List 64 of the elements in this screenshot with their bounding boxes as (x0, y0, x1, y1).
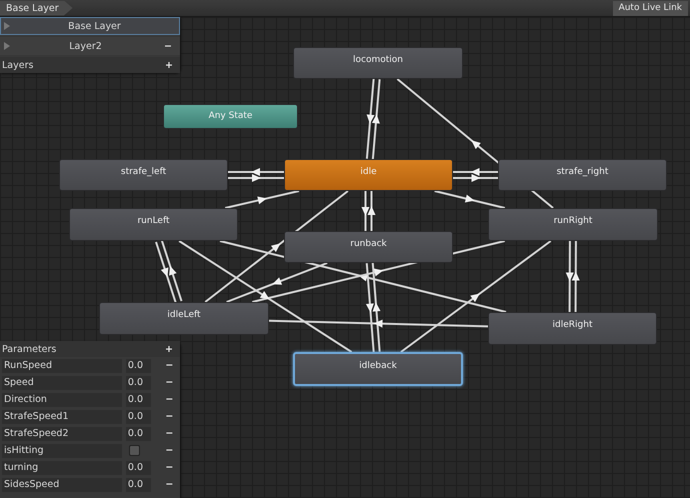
expand-triangle-icon[interactable] (4, 42, 10, 50)
checkbox[interactable] (128, 445, 140, 456)
transition-arrow[interactable] (434, 190, 506, 209)
transition-arrow[interactable] (228, 174, 284, 182)
parameter-name-field[interactable]: isHitting (2, 444, 122, 458)
parameter-name-field[interactable]: StrafeSpeed1 (2, 410, 122, 424)
state-node[interactable]: runLeft (69, 208, 238, 241)
transition-arrow[interactable] (572, 241, 580, 312)
value-field[interactable]: 0.0 (126, 392, 151, 406)
transition-arrow[interactable] (372, 262, 381, 352)
remove-button[interactable]: − (162, 445, 176, 456)
parameter-name-field[interactable]: SidesSpeed (2, 478, 122, 492)
remove-button[interactable]: − (162, 377, 176, 388)
breadcrumb-tab[interactable]: Base Layer (0, 0, 73, 16)
transition-arrow[interactable] (453, 174, 498, 182)
state-node[interactable]: idleback (293, 352, 463, 386)
value-field[interactable]: 0.0 (126, 410, 151, 424)
transition-arrow[interactable] (366, 263, 375, 352)
remove-button[interactable]: − (162, 462, 176, 473)
value-field[interactable]: 0.0 (126, 478, 151, 492)
remove-button[interactable]: − (161, 40, 175, 52)
value-field[interactable]: 0.0 (126, 376, 151, 390)
transition-arrow[interactable] (566, 240, 574, 312)
remove-button[interactable]: − (162, 411, 176, 422)
state-node[interactable]: idleRight (488, 312, 657, 345)
value-field[interactable]: 0.0 (126, 358, 151, 372)
transition-arrow[interactable] (224, 190, 300, 209)
add-button[interactable]: + (162, 60, 176, 70)
layer-item[interactable]: Layer2 − (0, 37, 180, 55)
state-node[interactable]: idleLeft (99, 302, 269, 335)
layers-title: Layers (2, 60, 34, 70)
transition-arrow[interactable] (226, 262, 328, 303)
transition-arrow[interactable] (362, 191, 370, 231)
parameters-title: Parameters (2, 344, 56, 354)
parameter-name-field[interactable]: Speed (2, 376, 122, 390)
remove-button[interactable]: − (162, 479, 176, 490)
value-field[interactable]: 0.0 (126, 460, 151, 474)
state-node[interactable]: runRight (488, 208, 658, 241)
auto-live-link-button[interactable]: Auto Live Link (612, 0, 688, 16)
value-field[interactable]: 0.0 (126, 426, 151, 440)
transition-arrow[interactable] (160, 240, 182, 302)
parameter-name-field[interactable]: turning (2, 460, 122, 474)
transition-arrow[interactable] (453, 168, 498, 176)
transition-arrow[interactable] (368, 191, 376, 231)
remove-button[interactable]: − (162, 394, 176, 405)
transition-arrow[interactable] (268, 320, 488, 328)
remove-button[interactable]: − (162, 360, 176, 371)
add-button[interactable]: + (162, 344, 176, 354)
layer-item[interactable]: Base Layer (0, 17, 180, 35)
parameter-name-field[interactable]: RunSpeed (2, 358, 122, 372)
parameter-name-field[interactable]: Direction (2, 392, 122, 406)
transition-arrow[interactable] (400, 240, 552, 353)
state-node[interactable]: strafe_left (59, 159, 228, 191)
remove-button[interactable]: − (162, 428, 176, 439)
transition-arrow[interactable] (220, 240, 506, 313)
transition-arrow[interactable] (372, 79, 381, 160)
parameter-name-field[interactable]: StrafeSpeed2 (2, 426, 122, 440)
state-node[interactable]: locomotion (293, 47, 463, 79)
transition-arrow[interactable] (228, 168, 284, 176)
state-node[interactable]: strafe_right (498, 159, 667, 191)
transition-arrow[interactable] (155, 242, 177, 304)
transition-arrow[interactable] (366, 78, 375, 159)
transition-arrow[interactable] (204, 190, 349, 303)
state-node[interactable]: runback (284, 231, 453, 263)
